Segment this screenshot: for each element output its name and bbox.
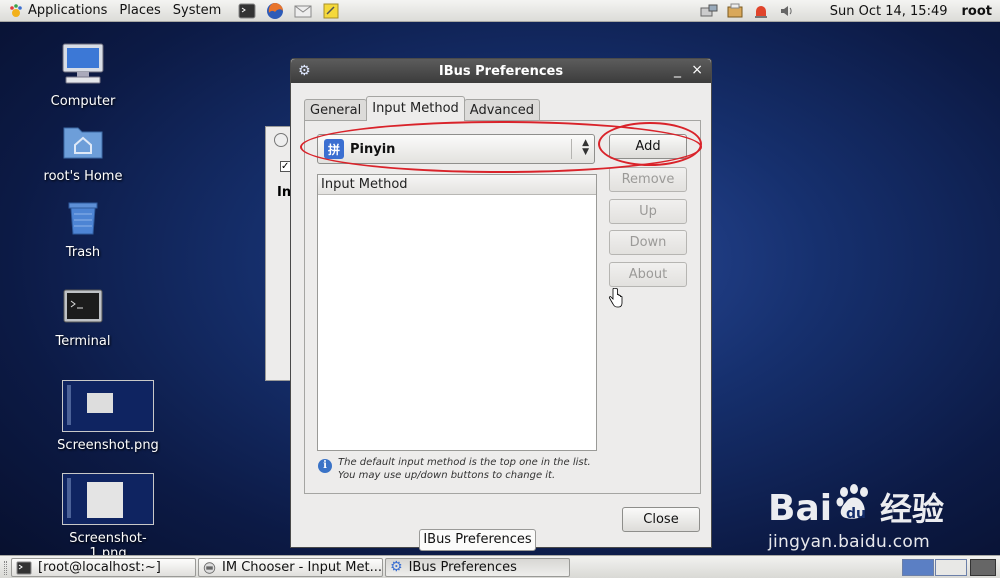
applications-menu-label: Applications <box>28 2 108 18</box>
main-menu: Applications Places System <box>0 0 345 22</box>
notes-icon <box>323 3 339 18</box>
mail-icon <box>294 5 312 17</box>
workspace-2[interactable] <box>935 559 967 576</box>
close-button-label: Close <box>643 512 679 527</box>
tab-general[interactable]: General <box>304 99 368 121</box>
user-menu[interactable]: root <box>962 4 993 19</box>
places-menu[interactable]: Places <box>115 0 168 22</box>
computer-icon <box>62 43 104 84</box>
info-message: i The default input method is the top on… <box>318 456 648 482</box>
baidu-watermark: Bai du 经验 jingyan.baidu.com <box>768 480 1000 555</box>
info-line-2: You may use up/down buttons to change it… <box>338 470 556 481</box>
applications-menu[interactable]: Applications <box>4 0 115 22</box>
update-icon[interactable] <box>725 2 745 20</box>
desktop-icon-label: Screenshot.png <box>57 438 159 453</box>
desktop-icon-label: Terminal <box>55 334 111 349</box>
volume-icon[interactable] <box>777 2 797 20</box>
desktop-icon-computer[interactable]: Computer <box>28 42 138 109</box>
network-icon[interactable] <box>699 2 719 20</box>
watermark-url: jingyan.baidu.com <box>768 532 930 552</box>
taskbar-item-label: IM Chooser - Input Met... <box>222 560 382 575</box>
taskbar-item-terminal[interactable]: [root@localhost:~] <box>11 558 196 577</box>
terminal-icon <box>238 3 256 18</box>
list-column-header[interactable]: Input Method <box>318 175 596 195</box>
workspace-1[interactable] <box>902 559 934 576</box>
firefox-launcher[interactable] <box>265 2 285 20</box>
terminal-icon <box>63 289 103 323</box>
desktop-icon-label: Trash <box>65 245 101 260</box>
trash-applet-icon[interactable] <box>970 559 996 576</box>
tab-bar: General Input Method Advanced <box>304 96 541 121</box>
input-method-list[interactable]: Input Method <box>317 174 597 451</box>
desktop-icon-label: root's Home <box>43 169 123 184</box>
mail-launcher[interactable] <box>293 2 313 20</box>
taskbar-item-im-chooser[interactable]: IM Chooser - Input Met... <box>198 558 383 577</box>
baidu-logo-icon: Bai du 经验 <box>768 484 944 529</box>
close-button[interactable]: Close <box>622 507 700 532</box>
notes-launcher[interactable] <box>321 2 341 20</box>
bottom-panel: [root@localhost:~] IM Chooser - Input Me… <box>0 555 1000 578</box>
desktop-icon-screenshot-1[interactable]: Screenshot-1.png <box>53 473 163 561</box>
system-menu-label: System <box>172 2 222 18</box>
gear-icon: ⚙ <box>390 559 403 575</box>
gnome-foot-icon <box>10 3 22 17</box>
trash-icon <box>68 202 98 235</box>
close-window-button[interactable]: × <box>691 62 703 78</box>
image-thumbnail <box>62 473 154 525</box>
taskbar-item-label: IBus Preferences <box>408 560 517 575</box>
image-thumbnail <box>62 380 154 432</box>
svg-text:经验: 经验 <box>880 490 944 528</box>
window-icon <box>274 133 288 147</box>
down-button[interactable]: Down <box>609 230 687 255</box>
panel-handle <box>4 561 7 575</box>
hand-cursor-icon <box>608 288 623 308</box>
taskbar-item-label: [root@localhost:~] <box>38 560 161 575</box>
taskbar-item-ibus-preferences[interactable]: ⚙ IBus Preferences <box>385 558 570 577</box>
system-menu[interactable]: System <box>169 0 229 22</box>
about-button[interactable]: About <box>609 262 687 287</box>
partial-heading: In <box>277 185 292 200</box>
desktop-icon-home[interactable]: root's Home <box>28 121 138 184</box>
system-tray: Sun Oct 14, 15:49 root <box>696 0 1000 22</box>
desktop-icon-trash[interactable]: Trash <box>28 195 138 260</box>
terminal-launcher[interactable] <box>237 2 257 20</box>
svg-text:du: du <box>846 506 866 522</box>
im-chooser-icon <box>203 561 216 574</box>
desktop-icon-screenshot[interactable]: Screenshot.png <box>53 380 163 453</box>
about-button-label: About <box>628 267 668 282</box>
clock[interactable]: Sun Oct 14, 15:49 <box>830 4 948 19</box>
tab-advanced[interactable]: Advanced <box>463 99 541 121</box>
top-panel: Applications Places System Sun Oct 14, 1… <box>0 0 1000 22</box>
alert-icon[interactable] <box>751 2 771 20</box>
home-folder-icon <box>63 127 103 159</box>
titlebar[interactable]: ⚙ IBus Preferences _ × <box>291 59 711 83</box>
desktop-icon-terminal[interactable]: Terminal <box>28 288 138 349</box>
taskbar-tooltip: IBus Preferences <box>419 529 536 551</box>
remove-button-label: Remove <box>621 172 675 187</box>
desktop-icon-label: Computer <box>50 94 116 109</box>
firefox-icon <box>267 2 284 19</box>
ibus-preferences-dialog[interactable]: ⚙ IBus Preferences _ × General Input Met… <box>290 58 712 548</box>
minimize-button[interactable]: _ <box>674 62 681 78</box>
up-button-label: Up <box>639 204 657 219</box>
info-icon: i <box>318 459 332 473</box>
svg-text:Bai: Bai <box>768 488 832 529</box>
places-menu-label: Places <box>119 2 161 18</box>
up-button[interactable]: Up <box>609 199 687 224</box>
down-button-label: Down <box>629 235 667 250</box>
terminal-icon <box>16 561 32 574</box>
remove-button[interactable]: Remove <box>609 167 687 192</box>
highlight-ellipse-add <box>598 122 702 166</box>
info-line-1: The default input method is the top one … <box>338 457 591 468</box>
dialog-title: IBus Preferences <box>438 63 564 79</box>
tab-input-method[interactable]: Input Method <box>366 96 465 121</box>
